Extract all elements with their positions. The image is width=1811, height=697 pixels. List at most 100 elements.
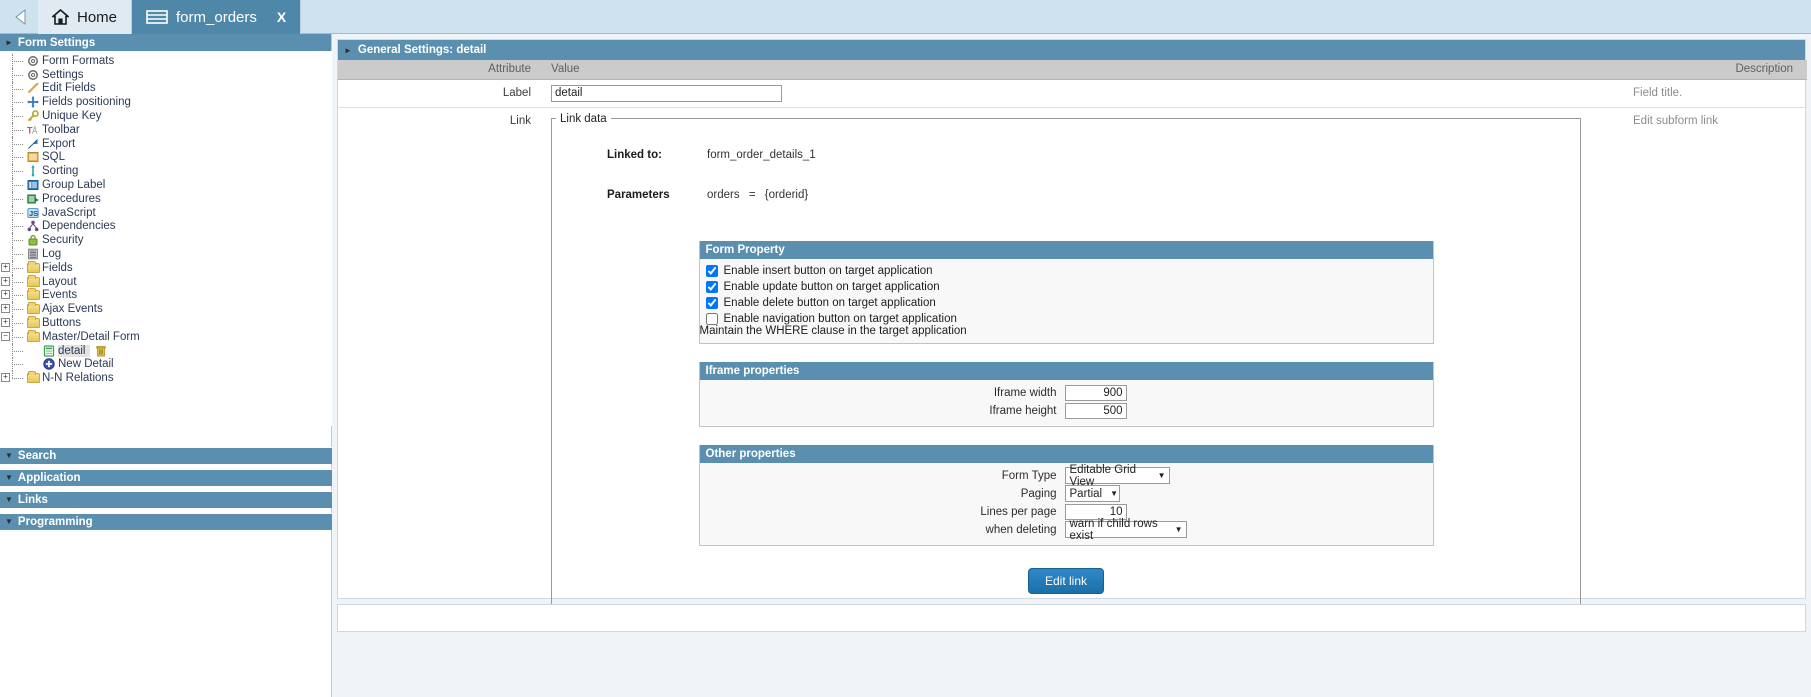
tree-guide [0, 122, 26, 137]
tree-item-edit-fields[interactable]: Edit Fields [0, 81, 332, 96]
sidebar-collapsed-sections: ▼ Search ▼ Application ▼ Links ▼ Program… [0, 442, 332, 530]
tree-expander-plus[interactable]: + [1, 290, 10, 300]
enable-update-checkbox[interactable] [705, 280, 718, 293]
tree-item-dependencies[interactable]: Dependencies [0, 219, 332, 234]
tab-form-orders[interactable]: form_orders X [132, 0, 302, 34]
other-properties-title: Other properties [699, 444, 1433, 463]
tree-item-master-detail-form[interactable]: − Master/Detail Form [0, 329, 332, 344]
tree-item-form-formats[interactable]: Form Formats [0, 53, 332, 68]
tree-guide [0, 205, 26, 220]
tree-item-label: N-N Relations [42, 372, 114, 385]
back-triangle-icon[interactable] [10, 5, 32, 29]
caret-down-icon: ▼ [5, 451, 13, 460]
tree-item-label: Procedures [42, 192, 101, 205]
tree-item-fields[interactable]: + Fields [0, 260, 332, 275]
form-type-select[interactable]: Editable Grid View ▼ [1064, 464, 1170, 488]
sql-icon [26, 151, 40, 164]
tree-item-detail[interactable]: detail [0, 343, 332, 358]
description-link: Edit subform link [1623, 107, 1807, 621]
tree-expander-plus[interactable]: + [1, 262, 10, 272]
folder-icon [26, 260, 40, 274]
panel-header-links[interactable]: ▼ Links [0, 491, 332, 508]
javascript-icon: JS [26, 206, 40, 219]
tree-item-settings[interactable]: Settings [0, 67, 332, 82]
tree-item-label: Group Label [42, 179, 106, 192]
tree-item-layout[interactable]: + Layout [0, 274, 332, 289]
tree-item-new-detail[interactable]: New Detail [0, 357, 332, 372]
parameters-label: Parameters [607, 188, 670, 201]
tree-item-sql[interactable]: SQL [0, 150, 332, 165]
tree-item-log[interactable]: Log [0, 247, 332, 262]
folder-glyph [26, 288, 40, 301]
iframe-height-input[interactable] [1064, 402, 1127, 419]
tree-expander-plus[interactable]: + [1, 276, 10, 286]
tree-item-label: Master/Detail Form [42, 330, 140, 343]
tree-guide: + [0, 288, 26, 303]
tree-guide [0, 81, 26, 96]
iframe-width-input[interactable] [1064, 384, 1127, 401]
tree-item-buttons[interactable]: + Buttons [0, 316, 332, 331]
tree-item-ajax-events[interactable]: + Ajax Events [0, 302, 332, 317]
checkbox-row-update[interactable]: Enable update button on target applicati… [700, 279, 1433, 295]
tree-item-unique-key[interactable]: Unique Key [0, 109, 332, 124]
panel-header-programming[interactable]: ▼ Programming [0, 513, 332, 530]
tree-item-javascript[interactable]: JS JavaScript [0, 205, 332, 220]
linked-to-row: Linked to: form_order_details_1 [607, 149, 1580, 161]
tree-item-label: Ajax Events [42, 303, 103, 316]
tree-item-procedures[interactable]: Procedures [0, 191, 332, 206]
tree-item-n-n-relations[interactable]: + N-N Relations [0, 371, 332, 385]
panel-header-form-settings[interactable]: ► Form Settings [0, 34, 331, 51]
paging-row: Paging Partial ▼ [700, 485, 1433, 503]
table-row: Link Link data Linked to: form_order_det… [338, 107, 1807, 621]
caret-right-icon: ► [344, 45, 352, 55]
when-deleting-select[interactable]: warn if child rows exist ▼ [1064, 518, 1187, 542]
paging-select[interactable]: Partial ▼ [1064, 485, 1120, 502]
chevron-down-icon: ▼ [1110, 489, 1119, 498]
tree-item-security[interactable]: Security [0, 233, 332, 248]
edit-link-button[interactable]: Edit link [1027, 567, 1105, 594]
close-icon[interactable]: X [277, 9, 286, 25]
enable-delete-checkbox[interactable] [705, 296, 718, 309]
tree-expander-plus[interactable]: + [1, 304, 10, 314]
enable-navigation-checkbox[interactable] [705, 312, 718, 325]
tree-item-label: Security [42, 234, 84, 247]
tree-item-label: Sorting [42, 165, 79, 178]
tree-expander-minus[interactable]: − [1, 331, 10, 341]
checkbox-row-delete[interactable]: Enable delete button on target applicati… [700, 295, 1433, 311]
tree-item-group-label[interactable]: Group Label [0, 178, 332, 193]
top-tab-bar: Home form_orders X [0, 0, 1811, 34]
sorting-icon [26, 165, 40, 178]
panel-header-search[interactable]: ▼ Search [0, 447, 332, 464]
tree-guide [0, 178, 26, 193]
folder-icon [26, 329, 40, 343]
checkbox-row-insert[interactable]: Enable insert button on target applicati… [700, 263, 1433, 279]
tab-home[interactable]: Home [38, 0, 133, 34]
folder-glyph [26, 371, 40, 384]
folder-glyph [26, 316, 40, 329]
enable-insert-checkbox[interactable] [705, 264, 718, 277]
tree-item-fields-positioning[interactable]: Fields positioning [0, 95, 332, 110]
tree-item-export[interactable]: Export [0, 136, 332, 151]
move-icon [26, 96, 40, 109]
log-icon [26, 248, 40, 261]
label-input[interactable] [551, 84, 782, 102]
svg-text:JS: JS [29, 209, 38, 218]
main-content: ► General Settings: detail Attribute Val… [332, 34, 1811, 697]
column-header-value: Value [543, 60, 1623, 80]
panel-title: Application [17, 472, 81, 484]
trash-icon[interactable] [94, 344, 108, 357]
key-icon [26, 110, 40, 123]
tree-item-events[interactable]: + Events [0, 288, 332, 303]
tree-expander-plus[interactable]: + [1, 373, 10, 383]
tree-expander-plus[interactable]: + [1, 318, 10, 328]
tree-item-toolbar[interactable]: T Å Toolbar [0, 122, 332, 137]
chevron-down-icon: ▼ [1174, 525, 1183, 534]
when-deleting-label: when deleting [985, 523, 1057, 536]
gear-icon [26, 68, 40, 81]
tree-item-sorting[interactable]: Sorting [0, 164, 332, 179]
tree-guide: + [0, 316, 26, 331]
tree-guide [0, 233, 26, 248]
caret-right-icon: ► [5, 37, 13, 47]
panel-header-application[interactable]: ▼ Application [0, 469, 332, 486]
tree-guide [0, 136, 26, 151]
